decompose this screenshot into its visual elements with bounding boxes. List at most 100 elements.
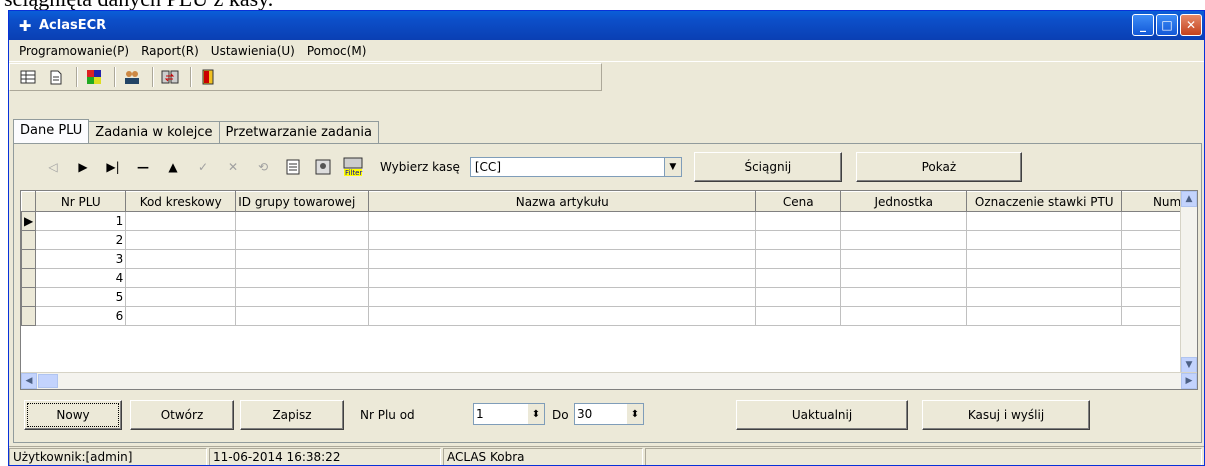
cell[interactable] [1121, 306, 1185, 326]
col-num[interactable]: Num [1121, 191, 1185, 212]
cell[interactable] [755, 249, 842, 269]
cell[interactable] [966, 287, 1123, 307]
chevron-down-icon[interactable]: ▼ [663, 158, 681, 176]
cell[interactable] [125, 211, 237, 231]
minimize-button[interactable]: _ [1132, 14, 1154, 36]
cell[interactable] [125, 268, 237, 288]
plu-to-input[interactable]: 30 ⬍ [574, 403, 644, 425]
cell[interactable] [840, 287, 968, 307]
tab-zadania-w-kolejce[interactable]: Zadania w kolejce [88, 121, 220, 143]
register-select[interactable]: [CC] ▼ [469, 157, 682, 177]
table-row[interactable]: 3 [21, 249, 1185, 269]
cell[interactable] [235, 211, 370, 231]
prior-record-icon[interactable]: ◁ [40, 156, 66, 178]
cell[interactable] [125, 287, 237, 307]
cell[interactable] [1121, 287, 1185, 307]
show-button[interactable]: Pokaż [855, 152, 1022, 182]
cell[interactable] [235, 230, 370, 250]
cell[interactable] [755, 211, 842, 231]
cell[interactable] [368, 306, 757, 326]
edit-record-icon[interactable]: ▲ [160, 156, 186, 178]
cell[interactable] [966, 230, 1123, 250]
col-nazwa-artykulu[interactable]: Nazwa artykułu [368, 191, 757, 212]
tab-przetwarzanie-zadania[interactable]: Przetwarzanie zadania [218, 121, 379, 143]
download-button[interactable]: Ściągnij [693, 152, 842, 182]
cell[interactable] [125, 249, 237, 269]
menu-ustawienia[interactable]: Ustawienia(U) [205, 44, 301, 58]
document-icon[interactable] [44, 66, 68, 88]
col-id-grupy[interactable]: ID grupy towarowej [235, 191, 370, 212]
scroll-left-icon[interactable]: ◀ [21, 373, 37, 389]
cell[interactable] [125, 306, 237, 326]
close-button[interactable]: ✕ [1180, 14, 1202, 36]
cell[interactable] [1121, 249, 1185, 269]
spinner-icon[interactable]: ⬍ [627, 404, 643, 424]
cell[interactable] [755, 287, 842, 307]
cell[interactable] [1121, 211, 1185, 231]
image-icon[interactable] [310, 156, 336, 178]
cell[interactable] [966, 268, 1123, 288]
scroll-right-icon[interactable]: ▶ [1181, 373, 1197, 389]
menu-raport[interactable]: Raport(R) [135, 44, 205, 58]
cell[interactable] [840, 249, 968, 269]
menu-pomoc[interactable]: Pomoc(M) [301, 44, 373, 58]
delete-and-send-button[interactable]: Kasuj i wyślij [922, 400, 1090, 430]
colors-icon[interactable] [82, 66, 106, 88]
last-record-icon[interactable]: ▶| [100, 156, 126, 178]
horizontal-scrollbar[interactable]: ◀ ▶ [21, 372, 1197, 389]
cell[interactable] [840, 306, 968, 326]
cell-nr-plu[interactable]: 2 [35, 230, 127, 250]
exit-door-icon[interactable] [196, 66, 220, 88]
plu-from-input[interactable]: 1 ⬍ [473, 403, 545, 425]
list-icon[interactable] [280, 156, 306, 178]
save-button[interactable]: Zapisz [240, 400, 344, 430]
maximize-button[interactable]: □ [1156, 14, 1178, 36]
col-jednostka[interactable]: Jednostka [840, 191, 968, 212]
cell-nr-plu[interactable]: 6 [35, 306, 127, 326]
cell[interactable] [1121, 230, 1185, 250]
table-row[interactable]: 5 [21, 287, 1185, 307]
cell[interactable] [840, 211, 968, 231]
new-button[interactable]: Nowy [24, 400, 122, 430]
cell[interactable] [368, 268, 757, 288]
col-oznaczenie-ptu[interactable]: Oznaczenie stawki PTU [966, 191, 1123, 212]
menu-programowanie[interactable]: Programowanie(P) [13, 44, 135, 58]
cell[interactable] [966, 306, 1123, 326]
cell[interactable] [368, 249, 757, 269]
cell[interactable] [840, 230, 968, 250]
table-row[interactable]: ▶ 1 [21, 211, 1185, 231]
cell[interactable] [125, 230, 237, 250]
cell[interactable] [368, 287, 757, 307]
cell[interactable] [235, 287, 370, 307]
vertical-scrollbar[interactable]: ▲ ▼ [1180, 191, 1197, 373]
col-kod-kreskowy[interactable]: Kod kreskowy [125, 191, 237, 212]
cell-nr-plu[interactable]: 1 [35, 211, 127, 231]
scroll-thumb[interactable] [38, 374, 58, 388]
update-button[interactable]: Uaktualnij [736, 400, 908, 430]
cell-nr-plu[interactable]: 3 [35, 249, 127, 269]
cell[interactable] [235, 249, 370, 269]
cell[interactable] [235, 306, 370, 326]
cell-nr-plu[interactable]: 5 [35, 287, 127, 307]
table-row[interactable]: 2 [21, 230, 1185, 250]
cell[interactable] [966, 249, 1123, 269]
scroll-up-icon[interactable]: ▲ [1181, 191, 1197, 207]
delete-record-icon[interactable]: — [130, 156, 156, 178]
refresh-record-icon[interactable]: ⟲ [250, 156, 276, 178]
cell[interactable] [840, 268, 968, 288]
users-icon[interactable] [120, 66, 144, 88]
cell[interactable] [1121, 268, 1185, 288]
table-row[interactable]: 6 [21, 306, 1185, 326]
cell-nr-plu[interactable]: 4 [35, 268, 127, 288]
table-row[interactable]: 4 [21, 268, 1185, 288]
cell[interactable] [235, 268, 370, 288]
cell[interactable] [368, 230, 757, 250]
cell[interactable] [755, 268, 842, 288]
transfer-icon[interactable] [158, 66, 182, 88]
col-cena[interactable]: Cena [755, 191, 842, 212]
cell[interactable] [368, 211, 757, 231]
open-button[interactable]: Otwórz [130, 400, 234, 430]
cancel-record-icon[interactable]: ✕ [220, 156, 246, 178]
cell[interactable] [755, 230, 842, 250]
cell[interactable] [755, 306, 842, 326]
